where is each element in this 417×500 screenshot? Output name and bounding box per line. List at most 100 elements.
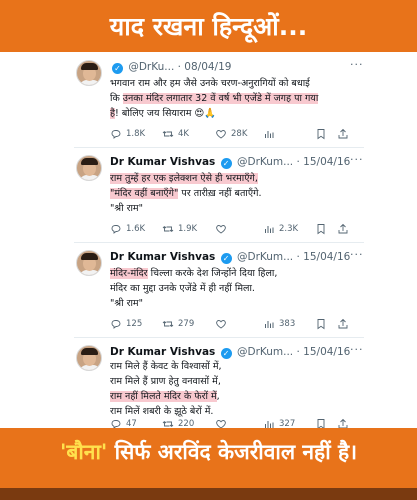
views-icon <box>263 318 275 330</box>
views-button[interactable]: 383 <box>263 318 315 330</box>
tweet[interactable]: ✓ @DrKu... · 08/04/19 ··· भगवान राम और हम … <box>0 52 417 147</box>
text-segment: पर तारीख़ नहीं बताएँगे. <box>178 188 262 199</box>
retweet-count: 4K <box>178 129 189 139</box>
author-handle[interactable]: @DrKu... <box>128 61 174 73</box>
like-icon <box>215 128 227 140</box>
author-handle[interactable]: @DrKum... <box>237 156 293 168</box>
more-icon[interactable]: ··· <box>350 248 364 261</box>
bookmark-icon <box>315 318 327 330</box>
banner-title: याद रखना हिन्दूओं... <box>109 12 308 41</box>
retweet-icon <box>162 223 174 235</box>
views-count: 2.3K <box>279 224 299 234</box>
retweet-button[interactable]: 1.9K <box>162 223 215 235</box>
bookmark-button[interactable] <box>315 318 337 330</box>
views-button[interactable] <box>263 128 315 140</box>
avatar[interactable] <box>76 250 102 276</box>
text-segment: "श्री राम" <box>110 203 143 214</box>
avatar[interactable] <box>76 60 102 86</box>
reply-count: 125 <box>126 319 143 329</box>
retweet-count: 1.9K <box>178 224 198 234</box>
author-name[interactable]: Dr Kumar Vishvas <box>110 251 215 263</box>
verified-icon: ✓ <box>220 348 232 359</box>
tweet-divider <box>74 242 364 243</box>
author-name[interactable]: Dr Kumar Vishvas <box>110 346 215 358</box>
like-button[interactable] <box>215 223 263 235</box>
bookmark-button[interactable] <box>315 128 337 140</box>
tweet-text-line: मंदिर-मंदिर चिल्ला करके देश जिन्होंने दि… <box>110 266 360 281</box>
tweet-text-line: "श्री राम" <box>110 201 360 216</box>
share-button[interactable] <box>337 318 349 330</box>
tweet-text-line: भगवान राम और हम जैसे उनके चरण-अनुरागियों… <box>110 76 360 91</box>
tweet-header: Dr Kumar Vishvas ✓ @DrKum... · 15/04/16 <box>110 249 360 265</box>
text-segment: और हम जैसे उनके चरण-अनुरागियों को बधाई <box>150 78 310 89</box>
tweet-text-line: राम मिले हैं केवट के विश्वासों में, <box>110 359 360 374</box>
reply-button[interactable]: 1.6K <box>110 223 162 235</box>
verified-icon: ✓ <box>220 158 232 169</box>
bookmark-icon <box>315 128 327 140</box>
views-icon <box>263 223 275 235</box>
share-button[interactable] <box>337 223 349 235</box>
tweet[interactable]: Dr Kumar Vishvas ✓ @DrKum... · 15/04/16 ·… <box>0 242 417 337</box>
tweet-header: ✓ @DrKu... · 08/04/19 <box>110 59 360 75</box>
views-icon <box>263 128 275 140</box>
share-icon <box>337 128 349 140</box>
text-segment: कि <box>110 93 123 104</box>
views-count: 383 <box>279 319 296 329</box>
bookmark-icon <box>315 223 327 235</box>
tweets-panel: ✓ @DrKu... · 08/04/19 ··· भगवान राम और हम … <box>0 52 417 430</box>
highlighted-text: राम नहीं मिलते मंदिर के फेरों में <box>110 391 217 402</box>
reply-icon <box>110 223 122 235</box>
tweet[interactable]: Dr Kumar Vishvas ✓ @DrKum... · 15/04/16 ·… <box>0 147 417 242</box>
more-icon[interactable]: ··· <box>350 153 364 166</box>
reply-button[interactable]: 125 <box>110 318 162 330</box>
tweet-text: राम मिले हैं केवट के विश्वासों में, राम म… <box>110 359 360 419</box>
top-banner: याद रखना हिन्दूओं... <box>0 0 417 52</box>
tweet-date[interactable]: · 15/04/16 <box>297 156 351 168</box>
author-handle[interactable]: @DrKum... <box>237 346 293 358</box>
text-segment: मंदिर <box>110 283 128 294</box>
tweet-header: Dr Kumar Vishvas ✓ @DrKum... · 15/04/16 <box>110 344 360 360</box>
reply-count: 1.8K <box>126 129 146 139</box>
retweet-icon <box>162 128 174 140</box>
text-segment: राम <box>138 78 151 89</box>
share-icon <box>337 223 349 235</box>
avatar[interactable] <box>76 155 102 181</box>
tweet-actions: 1.6K 1.9K 2.3K <box>110 222 360 236</box>
tweet-date[interactable]: · 15/04/16 <box>297 346 351 358</box>
more-icon[interactable]: ··· <box>350 343 364 356</box>
reply-icon <box>110 128 122 140</box>
avatar[interactable] <box>76 345 102 371</box>
tweet-text-line: कि उनका मंदिर लगातार 32 वें वर्ष भी एजें… <box>110 91 360 106</box>
retweet-button[interactable]: 279 <box>162 318 215 330</box>
like-button[interactable] <box>215 318 263 330</box>
tweet[interactable]: Dr Kumar Vishvas ✓ @DrKum... · 15/04/16 ·… <box>0 337 417 432</box>
bookmark-button[interactable] <box>315 223 337 235</box>
text-segment: भगवान <box>110 78 139 89</box>
tweet-text-line: राम नहीं मिलते मंदिर के फेरों में, <box>110 389 360 404</box>
like-icon <box>215 223 227 235</box>
verified-icon: ✓ <box>220 253 232 264</box>
retweet-button[interactable]: 4K <box>162 128 215 140</box>
like-button[interactable]: 28K <box>215 128 263 140</box>
share-button[interactable] <box>337 128 349 140</box>
highlighted-text: "मंदिर वहीं बनाएँगे" <box>110 188 179 199</box>
reply-icon <box>110 318 122 330</box>
tweet-text-line: मंदिर का मुद्दा उनके एजेंडे में ही नहीं … <box>110 281 360 296</box>
highlighted-text: राम तुम्हें हर एक इलेक्शन ऐसे ही भरमाएँग… <box>110 173 258 184</box>
reply-button[interactable]: 1.8K <box>110 128 162 140</box>
text-segment: , <box>216 391 220 402</box>
author-handle[interactable]: @DrKum... <box>237 251 293 263</box>
text-segment: का मुद्दा उनके एजेंडे में ही नहीं मिला. <box>127 283 255 294</box>
text-segment: "श्री राम" <box>110 298 143 309</box>
tweet-date[interactable]: · 15/04/16 <box>297 251 351 263</box>
tweet-actions: 1.8K 4K 28K <box>110 127 360 141</box>
views-button[interactable]: 2.3K <box>263 223 315 235</box>
author-name[interactable]: Dr Kumar Vishvas <box>110 156 215 168</box>
like-count: 28K <box>231 129 248 139</box>
reply-count: 1.6K <box>126 224 146 234</box>
tweet-date[interactable]: · 08/04/19 <box>178 61 232 73</box>
tweet-divider <box>74 147 364 148</box>
more-icon[interactable]: ··· <box>350 58 364 71</box>
highlighted-text: उनका मंदिर लगातार 32 वें वर्ष भी एजेंडे … <box>122 93 319 104</box>
text-segment: चिल्ला करके देश जिन्होंने दिया हिला, <box>147 268 278 279</box>
